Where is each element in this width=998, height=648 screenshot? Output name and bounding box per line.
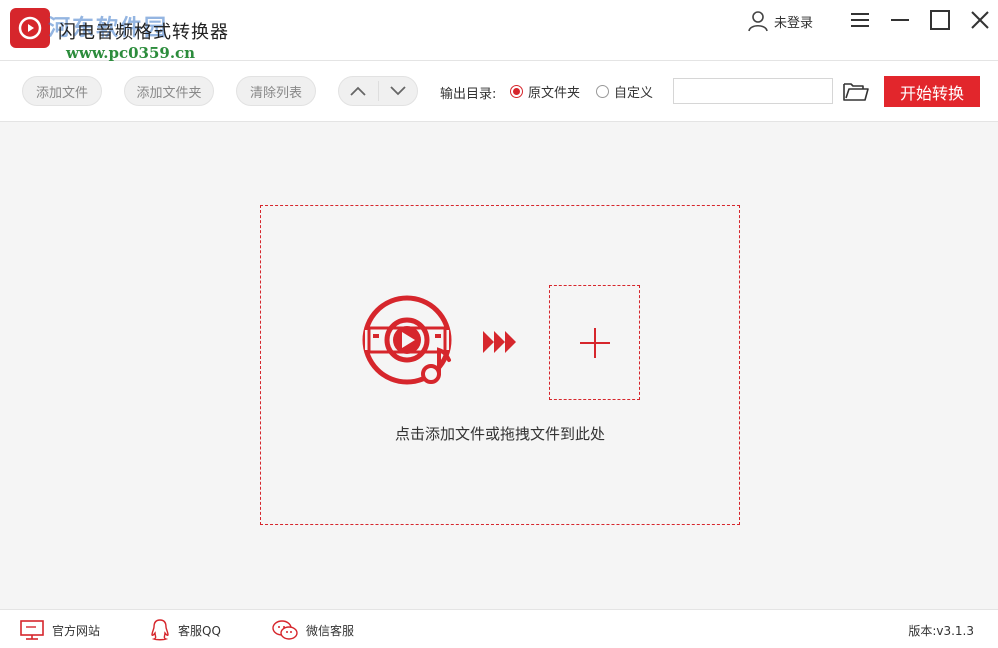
app-title: 闪电音频格式转换器	[58, 22, 229, 43]
login-label: 未登录	[774, 15, 814, 31]
toolbar: 添加文件 添加文件夹 清除列表 输出目录: 原文件夹 自定义 开始转换	[0, 61, 998, 122]
move-down-button[interactable]	[379, 77, 418, 105]
login-button[interactable]: 未登录	[746, 8, 813, 34]
service-wechat-link[interactable]: 微信客服	[272, 619, 354, 641]
app-logo	[10, 8, 50, 48]
folder-open-icon[interactable]	[842, 79, 870, 103]
move-buttons	[338, 76, 418, 106]
drop-zone[interactable]: 点击添加文件或拖拽文件到此处	[260, 205, 740, 525]
service-wechat-label: 微信客服	[306, 623, 355, 638]
start-convert-button[interactable]: 开始转换	[884, 76, 980, 107]
radio-custom-dot	[596, 85, 609, 98]
clear-list-button[interactable]: 清除列表	[236, 76, 316, 106]
maximize-icon[interactable]	[928, 8, 952, 32]
official-website-link[interactable]: 官方网站	[20, 619, 100, 641]
add-file-box[interactable]	[549, 285, 640, 400]
radio-original-dot	[510, 85, 523, 98]
add-file-button[interactable]: 添加文件	[22, 76, 102, 106]
move-up-button[interactable]	[339, 77, 378, 105]
service-qq-link[interactable]: 客服QQ	[150, 619, 221, 641]
radio-custom-label: 自定义	[614, 86, 654, 101]
radio-original-label: 原文件夹	[528, 86, 581, 101]
audio-video-icon	[362, 295, 452, 385]
radio-custom-folder[interactable]: 自定义	[596, 82, 653, 101]
wechat-icon	[272, 620, 298, 640]
plus-icon	[579, 327, 610, 358]
title-bar: 河东软件园 闪电音频格式转换器 www.pc0359.cn 未登录	[0, 0, 998, 62]
app-window: 河东软件园 闪电音频格式转换器 www.pc0359.cn 未登录 添加文件 添…	[0, 0, 998, 648]
version-label: 版本:v3.1.3	[908, 624, 974, 638]
minimize-icon[interactable]	[888, 8, 912, 32]
official-website-label: 官方网站	[52, 623, 101, 638]
service-qq-label: 客服QQ	[178, 623, 221, 638]
menu-icon[interactable]	[848, 8, 872, 32]
radio-original-folder[interactable]: 原文件夹	[510, 82, 580, 101]
close-icon[interactable]	[968, 8, 992, 32]
watermark-url: www.pc0359.cn	[66, 44, 196, 62]
qq-icon	[151, 619, 169, 641]
output-dir-label: 输出目录:	[440, 87, 497, 102]
add-folder-button[interactable]: 添加文件夹	[124, 76, 214, 106]
monitor-icon	[20, 620, 44, 640]
logo-disc-icon	[18, 16, 42, 40]
drop-hint-text: 点击添加文件或拖拽文件到此处	[394, 425, 605, 443]
chevron-down-icon	[390, 86, 406, 96]
user-icon	[748, 11, 768, 32]
triple-arrow-icon	[483, 331, 516, 353]
status-bar: 官方网站 客服QQ 微信客服 版本:v3.1.3	[0, 609, 998, 648]
output-path-input[interactable]	[673, 78, 833, 104]
chevron-up-icon	[350, 86, 366, 96]
